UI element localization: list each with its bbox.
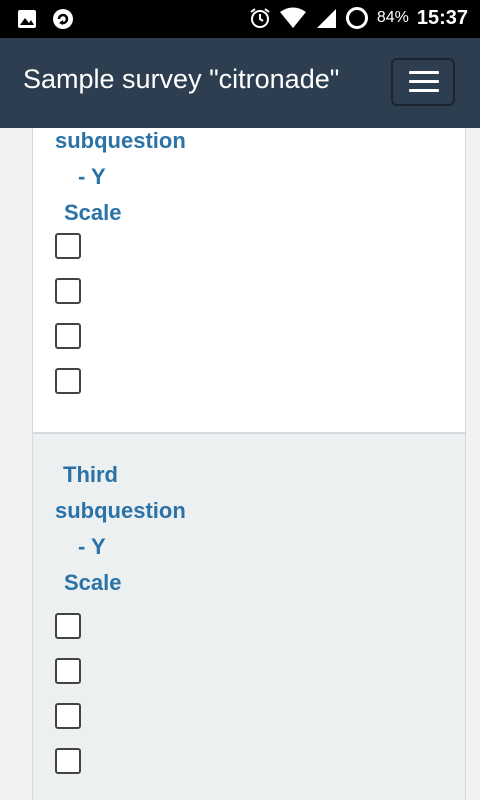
wifi-icon xyxy=(279,7,306,28)
question-card: Third subquestion - Y Scale xyxy=(32,433,466,800)
checkbox[interactable] xyxy=(55,748,81,774)
checkbox[interactable] xyxy=(55,703,81,729)
battery-percent: 84% xyxy=(376,9,409,26)
checkbox[interactable] xyxy=(55,658,81,684)
question-label-line: Scale xyxy=(64,200,122,225)
checkbox[interactable] xyxy=(55,278,81,304)
question-label-line: subquestion xyxy=(55,128,186,153)
signal-icon xyxy=(316,9,336,28)
checkbox[interactable] xyxy=(55,323,81,349)
question-label-line: Scale xyxy=(64,570,122,595)
question-label-line: - Y xyxy=(78,164,106,189)
page-title: Sample survey "citronade" xyxy=(23,64,340,94)
question-label-line: - Y xyxy=(78,534,106,559)
question-card: subquestion - Y Scale xyxy=(32,128,466,433)
question-label-line: Third xyxy=(63,462,118,487)
question-label-line: subquestion xyxy=(55,498,186,523)
image-icon xyxy=(18,10,36,28)
checkbox[interactable] xyxy=(55,368,81,394)
clock: 15:37 xyxy=(416,6,468,29)
app-bar: Sample survey "citronade" xyxy=(0,38,480,128)
alarm-icon xyxy=(250,8,270,28)
menu-button[interactable] xyxy=(391,58,455,106)
checkbox[interactable] xyxy=(55,233,81,259)
checkbox[interactable] xyxy=(55,613,81,639)
status-bar: 84% 15:37 xyxy=(0,0,480,38)
battery-icon xyxy=(345,7,368,29)
survey-content[interactable]: subquestion - Y Scale Third subquestion … xyxy=(0,128,480,800)
sync-icon xyxy=(53,9,73,29)
